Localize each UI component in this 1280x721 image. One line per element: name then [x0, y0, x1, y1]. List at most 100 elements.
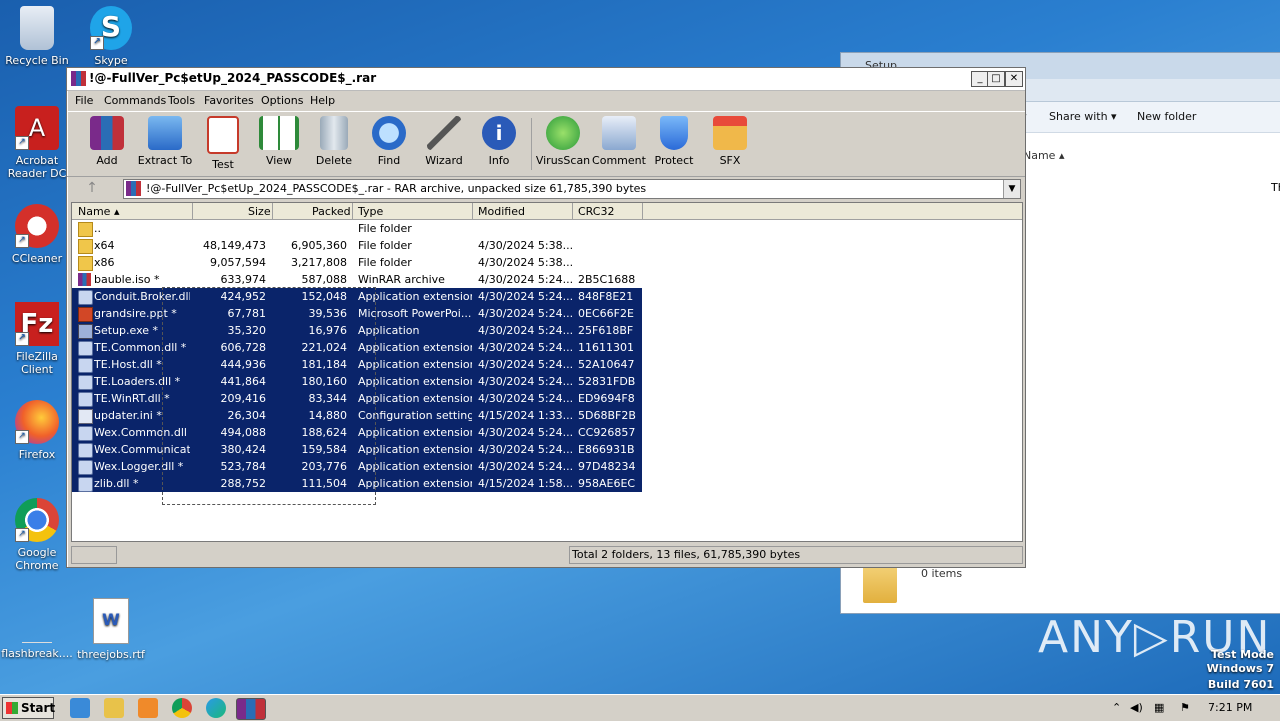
ppt-file-icon	[78, 307, 93, 322]
shortcut-arrow-icon: ↗	[15, 528, 29, 542]
table-row[interactable]: x86 9,057,594 3,217,808 File folder 4/30/202…	[72, 254, 642, 271]
winrar-taskbar-icon[interactable]	[236, 698, 266, 720]
view-button[interactable]: View	[250, 114, 308, 167]
action-center-icon[interactable]: ⚑	[1180, 701, 1190, 714]
close-button[interactable]: ✕	[1005, 71, 1023, 87]
wand-icon	[427, 116, 461, 150]
menu-bar: File Commands Tools Favorites Options He…	[67, 91, 1025, 111]
desktop-icon-label: Acrobat Reader DC	[7, 154, 67, 180]
test-clipboard-icon	[207, 116, 239, 154]
shortcut-arrow-icon: ↗	[15, 136, 29, 150]
dll-file-icon	[78, 443, 93, 458]
list-header: Name ▴ Size Packed Type Modified CRC32	[72, 203, 1022, 220]
col-crc32[interactable]: CRC32	[578, 205, 614, 218]
menu-tools[interactable]: Tools	[168, 94, 195, 107]
table-row[interactable]: bauble.iso * 633,974 587,088 WinRAR archive…	[72, 271, 642, 288]
dll-file-icon	[78, 341, 93, 356]
file-modified: 4/30/2024 5:24...	[478, 273, 572, 286]
delete-button[interactable]: Delete	[305, 114, 363, 167]
up-arrow-icon[interactable]: ↑	[77, 180, 107, 198]
tray-chevron-icon[interactable]: ⌃	[1112, 701, 1121, 714]
share-with-button[interactable]: Share with	[1049, 110, 1108, 123]
file-modified: 4/30/2024 5:38...	[478, 239, 572, 252]
find-button[interactable]: Find	[360, 114, 418, 167]
desktop-icon-firefox[interactable]: ↗ Firefox	[0, 400, 74, 461]
file-crc32: 5D68BF2B	[578, 409, 636, 422]
rarf-file-icon	[78, 273, 91, 286]
explorer-name-header: Name	[1023, 149, 1056, 162]
desktop-icon-threejobs[interactable]: W threejobs.rtf	[74, 598, 148, 661]
wizard-button[interactable]: Wizard	[415, 114, 473, 167]
virusscan-button[interactable]: VirusScan	[534, 114, 592, 167]
file-crc32: 97D48234	[578, 460, 636, 473]
ie-icon[interactable]	[70, 698, 90, 718]
desktop-icon-acrobat[interactable]: A ↗ Acrobat Reader DC	[0, 106, 74, 180]
winrar-window[interactable]: !@-FullVer_Pc$etUp_2024_PASSCODE$_.rar _…	[66, 67, 1026, 568]
path-field[interactable]: !@-FullVer_Pc$etUp_2024_PASSCODE$_.rar -…	[123, 179, 1021, 199]
sfx-button[interactable]: SFX	[701, 114, 759, 167]
file-list[interactable]: Name ▴ Size Packed Type Modified CRC32 .…	[71, 202, 1023, 542]
media-player-icon[interactable]	[138, 698, 158, 718]
info-button[interactable]: i Info	[470, 114, 528, 167]
explorer-name-column[interactable]: Name ▴	[1023, 149, 1064, 162]
desktop-icon-skype[interactable]: S ↗ Skype	[74, 6, 148, 67]
file-crc32: 848F8E21	[578, 290, 634, 303]
file-type: File folder	[358, 222, 412, 235]
desktop-icon-label: Firefox	[18, 448, 56, 461]
comment-button[interactable]: Comment	[590, 114, 648, 167]
winrar-titlebar[interactable]: !@-FullVer_Pc$etUp_2024_PASSCODE$_.rar _…	[67, 68, 1025, 91]
start-button[interactable]: Start	[2, 697, 55, 719]
protect-button[interactable]: Protect	[645, 114, 703, 167]
add-button[interactable]: Add	[78, 114, 136, 167]
menu-file[interactable]: File	[75, 94, 93, 107]
rar-archive-icon	[126, 181, 141, 196]
folder-icon	[78, 239, 93, 254]
file-modified: 4/15/2024 1:33...	[478, 409, 572, 422]
table-row[interactable]: .. File folder	[72, 220, 642, 237]
file-crc32: 11611301	[578, 341, 634, 354]
menu-help[interactable]: Help	[310, 94, 335, 107]
new-folder-button[interactable]: New folder	[1137, 110, 1196, 123]
col-type[interactable]: Type	[358, 205, 383, 218]
desktop-icon-ccleaner[interactable]: ↗ CCleaner	[0, 204, 74, 265]
col-modified[interactable]: Modified	[478, 205, 525, 218]
winrar-title: !@-FullVer_Pc$etUp_2024_PASSCODE$_.rar	[89, 71, 377, 85]
shield-icon	[660, 116, 688, 150]
toolbar-separator	[531, 118, 532, 170]
drive-icon[interactable]	[71, 546, 117, 564]
file-crc32: 0EC66F2E	[578, 307, 634, 320]
col-packed[interactable]: Packed	[312, 205, 351, 218]
windows-flag-icon	[6, 702, 18, 714]
menu-favorites[interactable]: Favorites	[204, 94, 254, 107]
file-modified: 4/30/2024 5:24...	[478, 392, 572, 405]
file-size: 9,057,594	[210, 256, 266, 269]
volume-icon[interactable]: ◀)	[1130, 701, 1143, 714]
extract-to-button[interactable]: Extract To	[136, 114, 194, 167]
desktop-icon-flashbreak[interactable]: flashbreak....	[0, 598, 74, 660]
table-row[interactable]: x64 48,149,473 6,905,360 File folder 4/30/20…	[72, 237, 642, 254]
explorer-item-count: 0 items	[921, 567, 963, 580]
chrome-icon: ↗	[15, 498, 59, 542]
clock[interactable]: 7:21 PM	[1208, 701, 1252, 714]
chrome-taskbar-icon[interactable]	[172, 698, 192, 718]
folder-icon	[78, 256, 93, 271]
chevron-down-icon[interactable]: ▼	[1003, 180, 1020, 198]
desktop-icon-recycle-bin[interactable]: Recycle Bin	[0, 6, 74, 67]
file-modified: 4/30/2024 5:24...	[478, 375, 572, 388]
edge-icon[interactable]	[206, 698, 226, 718]
network-icon[interactable]: ▦	[1154, 701, 1164, 714]
col-name[interactable]: Name ▴	[78, 205, 119, 218]
desktop-icon-chrome[interactable]: ↗ Google Chrome	[0, 498, 74, 572]
comment-icon	[602, 116, 636, 150]
menu-options[interactable]: Options	[261, 94, 303, 107]
test-button[interactable]: Test	[194, 114, 252, 171]
file-name: x86	[94, 256, 115, 269]
col-size[interactable]: Size	[248, 205, 271, 218]
explorer-icon[interactable]	[104, 698, 124, 718]
file-size: 48,149,473	[203, 239, 266, 252]
desktop-icon-label: Skype	[94, 54, 128, 67]
menu-commands[interactable]: Commands	[104, 94, 166, 107]
file-crc32: 2B5C1688	[578, 273, 636, 286]
desktop-icon-filezilla[interactable]: Fz ↗ FileZilla Client	[0, 302, 74, 376]
maximize-button[interactable]: □	[987, 71, 1005, 87]
